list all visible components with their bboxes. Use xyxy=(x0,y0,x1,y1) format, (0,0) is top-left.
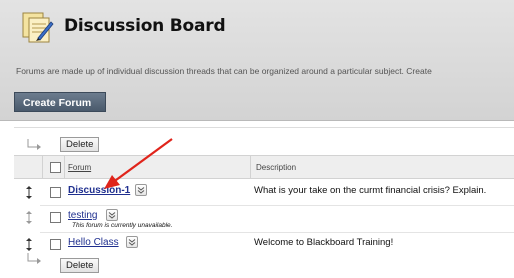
row-checkbox[interactable] xyxy=(50,187,61,198)
page-description: Forums are made up of individual discuss… xyxy=(16,66,432,76)
action-bar-bottom: Delete xyxy=(14,253,514,278)
forum-link-testing[interactable]: testing xyxy=(68,210,97,221)
contextual-menu-button[interactable] xyxy=(106,209,118,221)
page-header: Discussion Board Forums are made up of i… xyxy=(0,0,514,121)
delete-button-top[interactable]: Delete xyxy=(60,137,100,152)
bend-arrow-icon xyxy=(27,253,41,264)
unavailable-note: This forum is currently unavailable. xyxy=(72,222,173,229)
row-checkbox[interactable] xyxy=(50,239,61,250)
action-bar-top: Delete xyxy=(14,135,514,157)
column-header-description: Description xyxy=(256,163,297,172)
discussion-board-icon xyxy=(22,12,54,43)
forum-list-panel: Delete Forum Description Discussion-1 Wh… xyxy=(14,127,514,276)
row-checkbox[interactable] xyxy=(50,212,61,223)
table-row: testing This forum is currently unavaila… xyxy=(14,207,514,231)
create-forum-button[interactable]: Create Forum xyxy=(14,92,106,112)
row-divider xyxy=(40,232,514,233)
page-title: Discussion Board xyxy=(64,16,226,36)
column-header-forum[interactable]: Forum xyxy=(68,163,91,172)
table-header: Forum Description xyxy=(14,155,514,179)
annotation-arrow-icon xyxy=(104,138,173,189)
contextual-menu-button[interactable] xyxy=(126,236,138,248)
drag-handle-icon[interactable] xyxy=(26,211,32,224)
column-separator xyxy=(250,156,251,178)
select-all-checkbox[interactable] xyxy=(50,162,61,173)
forum-description: Welcome to Blackboard Training! xyxy=(254,237,394,248)
delete-button-bottom[interactable]: Delete xyxy=(60,258,100,273)
chevron-down-icon xyxy=(108,212,116,219)
chevron-down-icon xyxy=(128,239,136,246)
table-row: Discussion-1 What is your take on the cu… xyxy=(14,182,514,206)
drag-handle-icon[interactable] xyxy=(26,186,32,199)
row-divider xyxy=(40,205,514,206)
forum-description: What is your take on the curmt financial… xyxy=(254,185,487,196)
column-separator xyxy=(42,156,43,178)
column-separator xyxy=(64,156,65,178)
forum-link-hello-class[interactable]: Hello Class xyxy=(68,237,119,248)
bend-arrow-icon xyxy=(27,139,41,150)
divider xyxy=(14,127,514,128)
table-row: Hello Class Welcome to Blackboard Traini… xyxy=(14,234,514,258)
drag-handle-icon[interactable] xyxy=(26,238,32,251)
